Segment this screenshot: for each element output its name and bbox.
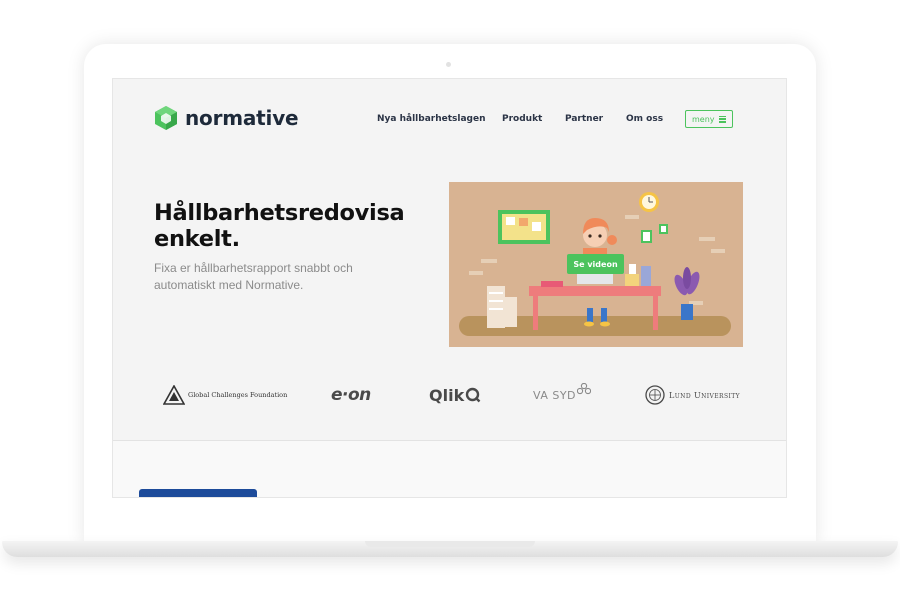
logo-hexagon-icon [155,106,177,130]
nav-link-partner[interactable]: Partner [565,114,603,124]
brand-logo[interactable]: normative [155,106,299,130]
laptop-base-notch [365,541,535,547]
partner-name-gcf: Global Challenges Foundation [188,391,288,399]
hero-subtitle: Fixa er hållbarhetsrapport snabbt och au… [154,260,414,294]
qlik-q-icon [466,387,481,403]
watch-video-button[interactable]: Se videon [567,254,624,274]
laptop-camera [446,62,451,67]
hero-title-line1: Hållbarhetsredovisa [154,200,405,226]
hamburger-icon [718,115,726,123]
partner-logo-lund: Lund University [645,379,740,411]
partner-logo-gcf: Global Challenges Foundation [163,379,287,411]
partner-logo-qlik: Qlik [429,379,481,411]
partner-logo-eon: e·on [331,379,371,411]
nav-link-product[interactable]: Produkt [502,114,542,124]
lund-seal-icon [645,385,665,405]
gcf-emblem-icon [163,385,185,405]
menu-button[interactable]: meny [685,110,733,128]
website-screen: normative Nya hållbarhetslagen Produkt P… [112,78,787,498]
hero-title-line2: enkelt. [154,226,240,252]
blue-cta-button-partial[interactable] [139,489,257,497]
menu-label: meny [692,114,715,124]
hero-subtitle-line1: Fixa er hållbarhetsrapport snabbt och [154,261,353,275]
nav-link-new-law[interactable]: Nya hållbarhetslagen [377,114,486,124]
brand-name: normative [185,106,299,130]
nav-link-about[interactable]: Om oss [626,114,663,124]
hero-title: Hållbarhetsredovisa enkelt. [154,200,444,252]
partner-name-vasyd: VA SYD [533,388,577,402]
partner-name-qlik: Qlik [429,385,465,405]
partner-logo-vasyd: VA SYD [533,379,592,411]
hero-subtitle-line2: automatiskt med Normative. [154,278,304,292]
vasyd-drops-icon [577,383,592,395]
partner-name-lund: Lund University [669,390,741,400]
partner-name-eon: e·on [331,385,371,405]
